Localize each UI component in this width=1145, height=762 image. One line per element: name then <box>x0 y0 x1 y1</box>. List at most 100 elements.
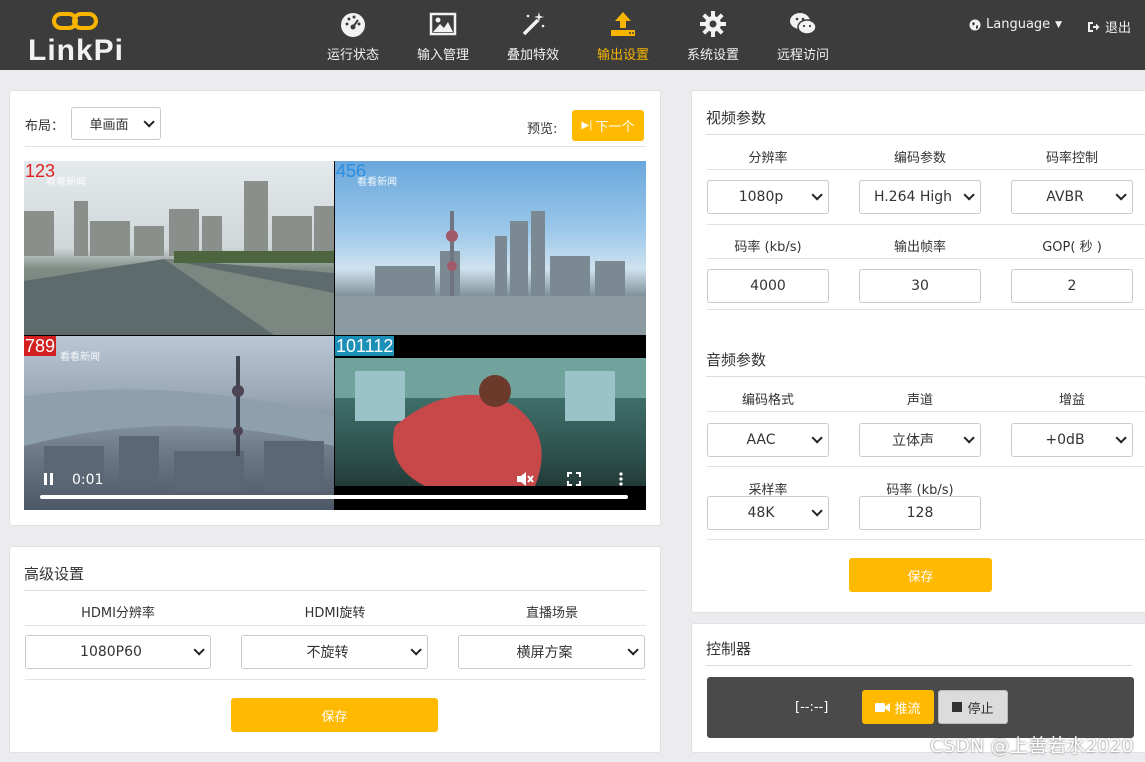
player-controls: 0:01 <box>24 450 646 510</box>
col-header: 分辨率 <box>748 151 788 166</box>
stop-stream-button[interactable]: 停止 <box>938 690 1008 724</box>
wechat-icon <box>790 13 817 35</box>
col-header: HDMI分辨率 <box>81 606 155 621</box>
advanced-save-button[interactable]: 保存 <box>231 698 438 732</box>
col-header: 编码格式 <box>741 393 794 408</box>
fullscreen-icon[interactable] <box>567 472 581 486</box>
audio-codec-select[interactable]: AAC <box>707 423 829 457</box>
panel-title: 高级设置 <box>24 563 646 591</box>
nav-remote-access[interactable]: 远程访问 <box>763 0 843 70</box>
audio-params-title: 音频参数 <box>706 349 1145 377</box>
col-header: GOP( 秒 ) <box>1042 240 1102 255</box>
nav-input-management[interactable]: 输入管理 <box>403 0 483 70</box>
encoding-profile-select[interactable]: H.264 High <box>859 180 981 214</box>
tile-watermark: 看看新闻 <box>357 177 397 188</box>
skip-forward-icon: ▶| <box>581 120 593 131</box>
layout-select[interactable]: 单画面 <box>71 107 161 140</box>
col-header: 直播场景 <box>525 606 578 621</box>
audio-channel-select[interactable]: 立体声 <box>859 423 981 457</box>
progress-bar[interactable] <box>40 495 628 499</box>
sign-out-icon <box>1088 21 1100 32</box>
controller-title: 控制器 <box>706 638 1132 666</box>
language-dropdown[interactable]: Language ▼ <box>969 17 1062 32</box>
logo[interactable]: LinkPi <box>28 8 128 67</box>
video-tile-2: 456 看看新闻 <box>335 161 646 335</box>
csdn-watermark: CSDN @上善若水2020 <box>930 735 1134 757</box>
top-navbar: LinkPi 运行状态 输入管理 叠加特效 输出设置 系统设置 远程访问 Lan… <box>0 0 1145 70</box>
language-label: Language <box>986 17 1051 32</box>
hdmi-rotation-select[interactable]: 不旋转 <box>241 635 428 669</box>
upload-icon <box>611 12 635 36</box>
col-header: 增益 <box>1058 393 1085 408</box>
divider <box>707 224 1145 225</box>
gear-icon <box>700 11 726 37</box>
dashboard-icon <box>341 13 365 37</box>
tile-watermark: 看看新闻 <box>46 177 86 188</box>
col-header: HDMI旋转 <box>304 606 366 621</box>
nav-overlay-effects[interactable]: 叠加特效 <box>493 0 573 70</box>
layout-value: 单画面 <box>89 118 129 133</box>
logo-text: LinkPi <box>28 34 125 67</box>
nav-label: 运行状态 <box>326 48 379 63</box>
hdmi-resolution-select[interactable]: 1080P60 <box>25 635 211 669</box>
col-header: 声道 <box>906 393 933 408</box>
col-header: 码率控制 <box>1045 151 1098 166</box>
globe-icon <box>969 19 981 30</box>
framerate-input[interactable]: 30 <box>859 269 981 303</box>
col-header: 码率 (kb/s) <box>734 240 802 255</box>
nav-running-status[interactable]: 运行状态 <box>313 0 393 70</box>
mute-icon[interactable] <box>516 471 534 487</box>
video-params-title: 视频参数 <box>706 107 1145 135</box>
col-header: 编码参数 <box>893 151 946 166</box>
stop-icon <box>952 702 963 712</box>
tile-tag: 101112 <box>335 336 395 356</box>
resolution-select[interactable]: 1080p <box>707 180 829 214</box>
encoding-params-panel: 视频参数 分辨率 编码参数 码率控制 1080p H.264 High AVBR… <box>691 90 1145 613</box>
video-camera-icon <box>875 702 891 712</box>
tile-tag: 789 <box>24 336 57 356</box>
audio-gain-select[interactable]: +0dB <box>1011 423 1133 457</box>
sample-rate-select[interactable]: 48K <box>707 496 829 530</box>
preview-label: 预览: <box>527 122 558 137</box>
rate-control-select[interactable]: AVBR <box>1011 180 1133 214</box>
next-button[interactable]: ▶| 下一个 <box>572 110 644 141</box>
divider <box>707 539 1145 540</box>
logout-link[interactable]: 退出 <box>1087 17 1131 36</box>
video-player[interactable]: 123 看看新闻 456 看看新闻 789 看看新闻 101112 0:01 <box>24 161 646 510</box>
controller-bar: [--:--] 推流 停止 <box>707 677 1134 738</box>
divider <box>25 679 646 680</box>
magic-wand-icon <box>522 12 545 36</box>
more-options-icon[interactable] <box>618 471 624 487</box>
divider <box>707 466 1145 467</box>
image-icon <box>429 12 457 36</box>
divider <box>707 411 1145 412</box>
link-logo-icon <box>52 12 98 30</box>
nav-output-settings[interactable]: 输出设置 <box>583 0 663 70</box>
divider <box>707 309 1145 310</box>
bitrate-input[interactable]: 4000 <box>707 269 829 303</box>
audio-bitrate-input[interactable]: 128 <box>859 496 981 530</box>
stream-timer: [--:--] <box>795 700 829 715</box>
layout-label: 布局： <box>25 119 65 134</box>
current-time: 0:01 <box>72 472 104 488</box>
nav-label: 输出设置 <box>596 48 649 63</box>
advanced-settings-panel: 高级设置 HDMI分辨率 HDMI旋转 直播场景 1080P60 不旋转 横屏方… <box>9 546 661 753</box>
nav-label: 系统设置 <box>686 48 739 63</box>
nav-label: 输入管理 <box>416 48 469 63</box>
push-stream-button[interactable]: 推流 <box>862 690 934 724</box>
live-scene-select[interactable]: 横屏方案 <box>458 635 645 669</box>
tile-watermark: 看看新闻 <box>60 352 100 363</box>
video-tile-1: 123 看看新闻 <box>24 161 334 335</box>
preview-panel: 布局： 单画面 预览: ▶| 下一个 123 看看新闻 456 看看新闻 789… <box>9 90 661 526</box>
gop-input[interactable]: 2 <box>1011 269 1133 303</box>
pause-icon[interactable] <box>42 472 56 486</box>
caret-down-icon: ▼ <box>1055 19 1063 30</box>
next-button-label: 下一个 <box>595 120 635 135</box>
params-save-button[interactable]: 保存 <box>849 558 992 592</box>
col-header: 输出帧率 <box>893 240 946 255</box>
nav-label: 远程访问 <box>776 48 829 63</box>
nav-label: 叠加特效 <box>506 48 559 63</box>
nav-system-settings[interactable]: 系统设置 <box>673 0 753 70</box>
divider <box>25 625 646 626</box>
divider <box>707 258 1145 259</box>
